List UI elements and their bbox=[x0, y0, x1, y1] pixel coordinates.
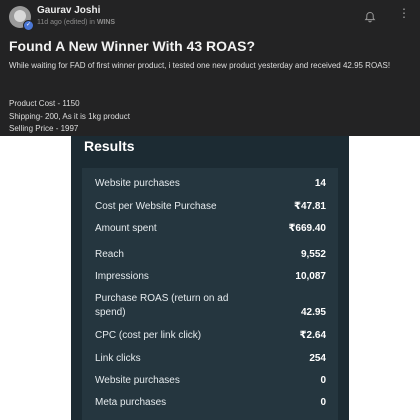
post-timestamp: 11d ago (edited) in bbox=[37, 19, 97, 26]
post-group-link[interactable]: WINS bbox=[97, 19, 115, 26]
metric-value: 9,552 bbox=[300, 249, 326, 260]
metrics-table: Website purchases 14 Cost per Website Pu… bbox=[82, 168, 338, 420]
metric-label: CPC (cost per link click) bbox=[95, 330, 202, 341]
more-options-icon[interactable]: ⋮ bbox=[398, 7, 410, 19]
metric-value: ₹2.64 bbox=[299, 330, 326, 341]
metric-value: 0 bbox=[320, 397, 326, 408]
bell-icon[interactable] bbox=[364, 11, 376, 23]
selling-price-line: Selling Price - 1997 bbox=[9, 124, 79, 133]
metric-label: Purchase ROAS (return on ad spend) bbox=[95, 293, 229, 318]
post-stats: Product Cost - 1150 Shipping- 200, As it… bbox=[9, 98, 130, 136]
metric-label: Meta purchases bbox=[95, 397, 167, 408]
metric-label: Website purchases bbox=[95, 178, 180, 189]
metric-label: Link clicks bbox=[95, 353, 141, 364]
results-heading: Results bbox=[84, 138, 135, 154]
metric-label: Reach bbox=[95, 249, 124, 260]
metric-value: ₹669.40 bbox=[288, 223, 326, 234]
product-cost-line: Product Cost - 1150 bbox=[9, 99, 80, 108]
post-meta: 11d ago (edited) in WINS bbox=[37, 19, 115, 26]
metric-label: Cost per Website Purchase bbox=[95, 201, 217, 212]
verified-badge-icon: ✓ bbox=[23, 20, 34, 31]
shipping-line: Shipping- 200, As it is 1kg product bbox=[9, 111, 130, 121]
metric-value: ₹47.81 bbox=[294, 201, 326, 212]
metric-value: 254 bbox=[309, 353, 326, 364]
metric-label: Amount spent bbox=[95, 223, 157, 234]
post-body: While waiting for FAD of first winner pr… bbox=[9, 61, 391, 70]
community-post: ✓ Gaurav Joshi 11d ago (edited) in WINS … bbox=[0, 0, 420, 136]
metric-label: Website purchases bbox=[95, 375, 180, 386]
metric-value: 14 bbox=[314, 178, 326, 189]
post-author[interactable]: Gaurav Joshi bbox=[37, 5, 100, 16]
results-screenshot: Results Website purchases 14 Cost per We… bbox=[71, 136, 349, 420]
metric-value: 0 bbox=[320, 375, 326, 386]
metric-value: 42.95 bbox=[300, 307, 326, 318]
metric-label: Impressions bbox=[95, 271, 149, 282]
metric-value: 10,087 bbox=[295, 271, 326, 282]
post-title: Found A New Winner With 43 ROAS? bbox=[9, 38, 256, 54]
